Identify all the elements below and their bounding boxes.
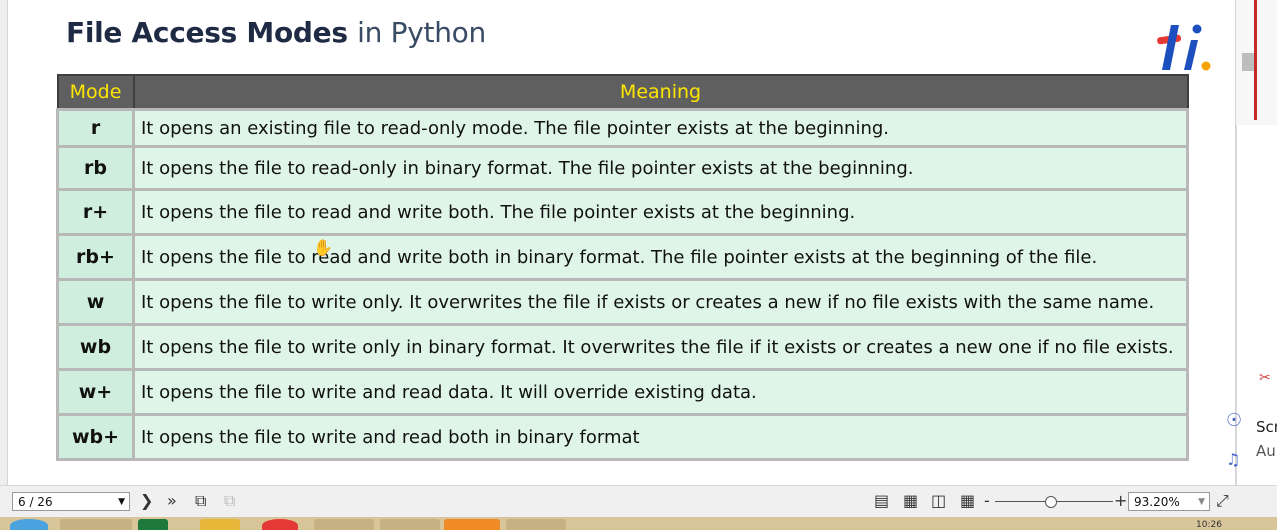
meaning-cell: It opens the file to write and read data… [132, 368, 1189, 416]
taskbar-app[interactable] [60, 519, 132, 530]
window-edge-accent [1254, 0, 1257, 120]
zoom-out-button[interactable]: - [984, 491, 990, 511]
mode-cell: rb+ [56, 233, 135, 281]
last-page-icon[interactable]: » [167, 491, 177, 511]
table-row: rb It opens the file to read-only in bin… [56, 145, 1189, 191]
headset-icon[interactable]: ♫ [1226, 450, 1240, 469]
taskbar-app[interactable] [380, 519, 440, 530]
hand-cursor-icon: ✋ [313, 238, 333, 257]
document-viewport[interactable]: File Access Modes in Python Mode Meaning [0, 0, 1236, 485]
brand-logo [1157, 24, 1211, 71]
continuous-view-icon[interactable]: ▦ [903, 491, 918, 511]
zoom-level: 93.20% [1134, 495, 1180, 509]
meaning-cell: It opens the file to read-only in binary… [132, 145, 1189, 191]
mode-cell: w+ [56, 368, 135, 416]
table-row: w+ It opens the file to write and read d… [56, 368, 1189, 416]
side-panel-text: Scr [1256, 418, 1277, 436]
zoom-in-button[interactable]: + [1114, 491, 1127, 511]
taskbar-clock: 10:26 [1196, 520, 1222, 530]
column-header-meaning: Meaning [132, 74, 1189, 111]
circle-action-icon[interactable]: ☉ [1226, 410, 1242, 431]
table-row: wb It opens the file to write only in bi… [56, 323, 1189, 371]
chevron-down-icon: ▼ [118, 497, 125, 507]
start-button-icon[interactable] [10, 519, 48, 530]
mode-cell: rb [56, 145, 135, 191]
slide-page: File Access Modes in Python Mode Meaning [7, 0, 1236, 485]
copy-page-icon[interactable]: ⧉ [224, 491, 235, 511]
taskbar-app[interactable] [314, 519, 374, 530]
taskbar-app[interactable] [138, 519, 168, 530]
page-title: File Access Modes in Python [66, 16, 486, 49]
rotate-page-icon[interactable]: ⧉ [195, 491, 206, 511]
fullscreen-icon[interactable]: ⤢ [1216, 491, 1229, 511]
meaning-cell: It opens the file to write only. It over… [132, 278, 1189, 326]
meaning-cell: It opens the file to read and write both… [132, 188, 1189, 236]
title-accent: in Python [357, 16, 486, 49]
mode-cell: w [56, 278, 135, 326]
taskbar-app[interactable] [200, 519, 240, 530]
file-modes-table: Mode Meaning r It opens an existing file… [56, 74, 1189, 461]
mode-cell: r+ [56, 188, 135, 236]
os-taskbar: 10:26 [0, 517, 1277, 530]
zoom-slider-handle[interactable] [1045, 496, 1057, 508]
mode-cell: wb [56, 323, 135, 371]
next-page-icon[interactable]: ❯ [140, 491, 153, 511]
viewer-toolbar: 6 / 26 ▼ ❯ » ⧉ ⧉ ▤ ▦ ◫ ▦ - + 93.20% ▼ ⤢ [0, 485, 1277, 518]
mode-cell: wb+ [56, 413, 135, 461]
meaning-cell: It opens the file to read and write both… [132, 233, 1189, 281]
meaning-cell: It opens the file to write only in binar… [132, 323, 1189, 371]
table-row: w It opens the file to write only. It ov… [56, 278, 1189, 326]
taskbar-app[interactable] [506, 519, 566, 530]
side-panel: ✂ Scr Au [1236, 125, 1277, 485]
table-header-row: Mode Meaning [56, 74, 1189, 111]
taskbar-app[interactable] [262, 519, 298, 530]
chevron-down-icon: ▼ [1198, 497, 1205, 507]
table-row: r It opens an existing file to read-only… [56, 108, 1189, 148]
table-row: wb+ It opens the file to write and read … [56, 413, 1189, 461]
side-panel-subtext: Au [1256, 442, 1276, 460]
snip-icon[interactable]: ✂ [1259, 370, 1271, 386]
table-row: r+ It opens the file to read and write b… [56, 188, 1189, 236]
meaning-cell: It opens an existing file to read-only m… [132, 108, 1189, 148]
table-row: rb+ It opens the file to read and write … [56, 233, 1189, 281]
page-number-select[interactable]: 6 / 26 ▼ [12, 492, 130, 511]
two-page-view-icon[interactable]: ◫ [931, 491, 946, 511]
meaning-cell: It opens the file to write and read both… [132, 413, 1189, 461]
mode-cell: r [56, 108, 135, 148]
column-header-mode: Mode [56, 74, 135, 111]
taskbar-app[interactable] [444, 519, 500, 530]
grid-view-icon[interactable]: ▦ [960, 491, 975, 511]
title-main: File Access Modes [66, 16, 348, 49]
single-page-view-icon[interactable]: ▤ [874, 491, 889, 511]
page-indicator: 6 / 26 [18, 495, 53, 509]
zoom-level-select[interactable]: 93.20% ▼ [1128, 492, 1210, 511]
